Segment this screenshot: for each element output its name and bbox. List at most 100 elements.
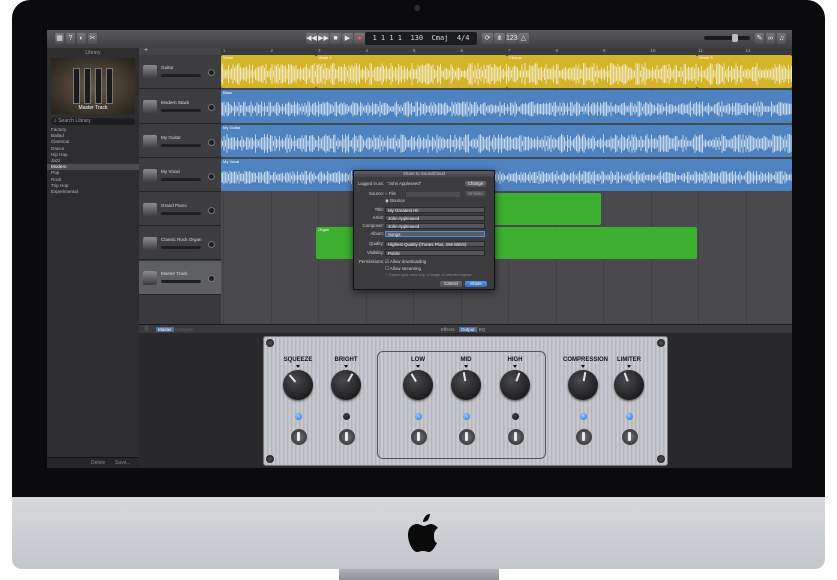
audio-region[interactable]: Bass [221, 90, 792, 123]
pan-knob[interactable] [208, 275, 215, 282]
artist-field[interactable]: John Appleseed [385, 215, 485, 221]
track-volume-slider[interactable] [161, 143, 201, 147]
info-icon[interactable]: ⓘ [144, 326, 149, 332]
lcd-display[interactable]: 1 1 1 1 130 Cmaj 4/4 [365, 32, 477, 45]
toggle-switch[interactable] [508, 429, 524, 445]
pan-knob[interactable] [208, 69, 215, 76]
pan-knob[interactable] [208, 172, 215, 180]
fast-forward-button[interactable]: ▶▶ [318, 33, 329, 44]
track-header[interactable]: My Vocal [139, 159, 221, 192]
rotary-knob[interactable] [403, 370, 433, 400]
track-volume-slider[interactable] [161, 245, 201, 249]
toggle-switch[interactable] [459, 429, 475, 445]
source-label: Source: [368, 191, 384, 196]
visibility-select[interactable]: Public [385, 250, 485, 256]
logged-in-label: Logged in as: [357, 181, 384, 186]
pan-knob[interactable] [208, 104, 215, 111]
album-field[interactable]: Songs [385, 231, 485, 237]
notepad-button[interactable]: ✎ [755, 33, 764, 44]
waveform [697, 62, 792, 86]
rotary-knob[interactable] [451, 370, 481, 400]
track-volume-slider[interactable] [161, 109, 201, 112]
track-volume-slider[interactable] [161, 177, 201, 181]
track-header[interactable]: Modern Stack [139, 90, 221, 124]
drum-region[interactable]: Verse 3 [697, 55, 792, 88]
compare-tab[interactable]: Compare [175, 327, 194, 332]
library-item[interactable]: Experimental [47, 189, 139, 195]
loop-browser-button[interactable]: ∞ [766, 33, 775, 44]
toggle-switch[interactable] [622, 429, 638, 445]
editors-button[interactable]: ✂ [88, 33, 97, 44]
pan-knob[interactable] [208, 138, 215, 146]
track-volume-slider[interactable] [161, 74, 201, 77]
stop-button[interactable]: ■ [330, 33, 341, 44]
audio-region[interactable]: My Vocal [221, 159, 792, 191]
display-bezel: ▦ ? ◐ ✂ ◀◀ ▶▶ ■ ▶ ● 1 1 1 1 130 Cmaj 4/4 [12, 0, 825, 500]
save-button[interactable]: Save... [115, 460, 131, 466]
count-in-button[interactable]: 1234 [506, 33, 522, 44]
smart-controls-button[interactable]: ◐ [77, 33, 86, 44]
delete-button[interactable]: Delete [91, 460, 105, 466]
drum-region[interactable]: Verse 2 [316, 55, 507, 88]
toggle-switch[interactable] [411, 429, 427, 445]
toggle-switch[interactable] [291, 429, 307, 445]
tuner-button[interactable]: ⋔ [494, 33, 505, 44]
track-header[interactable]: Master Track [139, 261, 221, 295]
record-button[interactable]: ● [354, 33, 365, 44]
track-header[interactable]: Guitar [139, 55, 221, 89]
drum-region[interactable]: Verse [221, 55, 316, 88]
screw-icon [657, 455, 665, 463]
smart-controls-panel: SQUEEZE BRIGHT LOW MID HIGH COMPRESSION LIMITE… [139, 333, 792, 468]
rotary-knob[interactable] [500, 370, 530, 400]
audio-region[interactable]: My Guitar [221, 125, 792, 157]
help-button[interactable]: ? [66, 33, 75, 44]
track-name: Modern Stack [161, 100, 190, 105]
media-browser-button[interactable]: ♫ [777, 33, 786, 44]
metronome-button[interactable]: △ [518, 33, 529, 44]
toggle-switch[interactable] [576, 429, 592, 445]
cancel-button[interactable]: Cancel [440, 281, 462, 287]
pan-knob[interactable] [208, 240, 215, 248]
export-cycle-checkbox[interactable]: ☐ Export cycle area only, or length of s… [385, 273, 471, 277]
rotary-knob[interactable] [614, 370, 644, 400]
source-file-radio[interactable]: ○ File [385, 191, 396, 196]
change-button[interactable]: Change [465, 181, 486, 187]
add-track-icon[interactable]: + [144, 47, 148, 54]
library-search-input[interactable]: ⌕ Search Library [51, 118, 135, 125]
play-button[interactable]: ▶ [342, 33, 353, 44]
lcd-bar: 1 [372, 34, 377, 42]
browse-button[interactable]: Browse [465, 191, 486, 197]
eq-tab[interactable]: EQ [479, 327, 486, 332]
track-volume-slider[interactable] [161, 280, 201, 283]
waveform [221, 101, 792, 117]
output-tab[interactable]: Output [459, 327, 477, 332]
title-field[interactable]: My Greatest Hit [385, 207, 485, 213]
rotary-knob[interactable] [568, 370, 598, 400]
allow-streaming-checkbox[interactable]: ☐ Allow streaming [385, 266, 421, 272]
share-button[interactable]: Share [465, 281, 487, 287]
quality-select[interactable]: Highest Quality (iTunes Plus, 256 kBit/s… [385, 241, 485, 247]
source-bounce-radio[interactable]: ◉ Bounce [385, 198, 405, 204]
track-header[interactable]: Grand Piano [139, 193, 221, 226]
ruler-bar-number: 3 [318, 48, 321, 53]
pan-knob[interactable] [208, 206, 215, 214]
cycle-button[interactable]: ⟳ [482, 33, 493, 44]
track-volume-slider[interactable] [161, 211, 201, 215]
composer-field[interactable]: John Appleseed [385, 223, 485, 229]
track-header[interactable]: Classic Rock Organ [139, 227, 221, 260]
toggle-switch[interactable] [339, 429, 355, 445]
allow-downloading-checkbox[interactable]: ☑ Allow downloading [385, 259, 426, 265]
source-file-field[interactable] [406, 192, 460, 197]
rewind-button[interactable]: ◀◀ [306, 33, 317, 44]
fader-graphic [73, 68, 80, 104]
midi-region[interactable] [489, 193, 601, 225]
master-volume-slider[interactable] [704, 34, 750, 42]
drum-region[interactable]: Chorus [507, 55, 697, 88]
lcd-division: 1 [389, 34, 394, 42]
rotary-knob[interactable] [331, 370, 361, 400]
rotary-knob[interactable] [283, 370, 313, 400]
library-button[interactable]: ▦ [55, 33, 64, 44]
master-tab[interactable]: Master [156, 327, 174, 332]
effects-tab[interactable]: Effects [441, 327, 455, 332]
track-header[interactable]: My Guitar [139, 125, 221, 158]
